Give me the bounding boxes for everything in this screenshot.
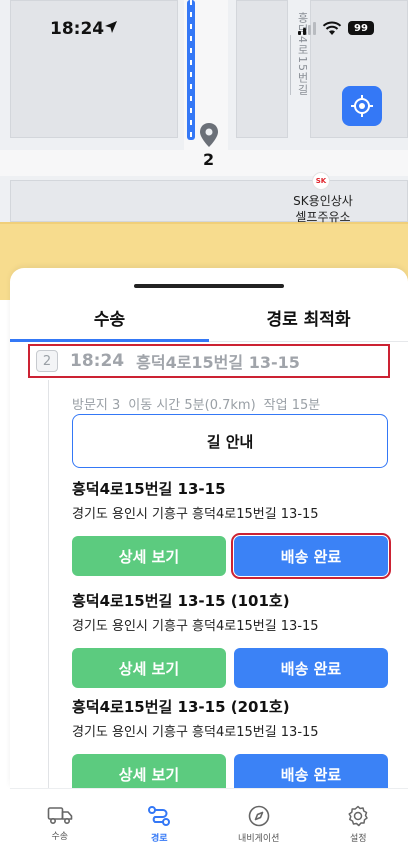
delivery-item: 흥덕4로15번길 13-15 (101호) 경기도 용인시 기흥구 흥덕4로15… (72, 590, 392, 688)
compass-icon (248, 805, 270, 827)
route-icon (148, 806, 171, 826)
nav-label: 내비게이션 (238, 834, 280, 844)
stop-visit-count: 방문지 3 (72, 398, 121, 413)
stop-address: 흥덕4로15번길 13-15 (136, 353, 300, 372)
nav-item-navigation[interactable]: 내비게이션 (209, 789, 309, 860)
gas-station-logo: SK (312, 172, 330, 190)
delivery-item-address: 경기도 용인시 기흥구 흥덕4로15번길 13-15 (72, 725, 319, 740)
bottom-nav: 수송 경로 내비게이션 설정 (10, 788, 408, 860)
map-pin-icon[interactable] (198, 122, 220, 148)
stop-travel-time: 이동 시간 5분(0.7km) (128, 398, 256, 413)
map-pin-label: 2 (203, 150, 215, 169)
nav-label: 설정 (349, 834, 367, 844)
nav-label: 수송 (51, 832, 69, 842)
wifi-icon (322, 21, 342, 35)
delivery-item-title: 흥덕4로15번길 13-15 (101호) (72, 592, 290, 610)
view-details-button[interactable]: 상세 보기 (72, 754, 226, 788)
view-details-button[interactable]: 상세 보기 (72, 536, 226, 576)
delivery-complete-button[interactable]: 배송 완료 (231, 533, 391, 579)
map-poi-label: SK용인상사 셀프주유소 (278, 193, 368, 225)
map-poi-name-line2: 셀프주유소 (295, 210, 351, 224)
stop-work-time: 작업 15분 (263, 398, 321, 413)
nav-item-route[interactable]: 경로 (110, 789, 210, 860)
cellular-signal-icon (298, 22, 316, 35)
stop-time: 18:24 (70, 351, 125, 371)
nav-item-transport[interactable]: 수송 (10, 789, 110, 860)
stop-meta: 방문지 3 이동 시간 5분(0.7km) 작업 15분 (72, 394, 320, 413)
stop-number-badge: 2 (36, 350, 58, 372)
crosshair-icon (351, 95, 373, 117)
status-time: 18:24 (50, 19, 105, 39)
tab-bar: 수송 경로 최적화 (10, 298, 408, 342)
delivery-item: 흥덕4로15번길 13-15 경기도 용인시 기흥구 흥덕4로15번길 13-1… (72, 478, 392, 579)
gear-icon (348, 805, 368, 827)
tab-transport[interactable]: 수송 (10, 298, 209, 342)
status-bar: 18:24 99 (0, 0, 408, 50)
location-arrow-icon (105, 21, 117, 33)
delivery-item-title: 흥덕4로15번길 13-15 (72, 480, 226, 498)
stop-header[interactable]: 2 18:24 흥덕4로15번길 13-15 (28, 344, 390, 378)
navigation-guide-button[interactable]: 길 안내 (72, 414, 388, 468)
delivery-complete-button[interactable]: 배송 완료 (234, 648, 388, 688)
nav-label: 경로 (150, 834, 168, 844)
map-poi-name-line1: SK용인상사 (293, 194, 353, 208)
battery-icon: 99 (348, 21, 374, 35)
nav-item-settings[interactable]: 설정 (309, 789, 408, 860)
delivery-item: 흥덕4로15번길 13-15 (201호) 경기도 용인시 기흥구 흥덕4로15… (72, 696, 392, 788)
truck-icon (47, 807, 73, 825)
tab-route-optimization[interactable]: 경로 최적화 (209, 298, 408, 341)
delivery-item-title: 흥덕4로15번길 13-15 (201호) (72, 698, 290, 716)
timeline-line (48, 380, 49, 788)
view-details-button[interactable]: 상세 보기 (72, 648, 226, 688)
delivery-item-address: 경기도 용인시 기흥구 흥덕4로15번길 13-15 (72, 507, 319, 522)
delivery-complete-button[interactable]: 배송 완료 (234, 754, 388, 788)
delivery-item-address: 경기도 용인시 기흥구 흥덕4로15번길 13-15 (72, 619, 319, 634)
sheet-grabber[interactable] (134, 284, 284, 288)
my-location-button[interactable] (342, 86, 382, 126)
route-sheet: 수송 경로 최적화 2 18:24 흥덕4로15번길 13-15 방문지 3 이… (10, 268, 408, 788)
